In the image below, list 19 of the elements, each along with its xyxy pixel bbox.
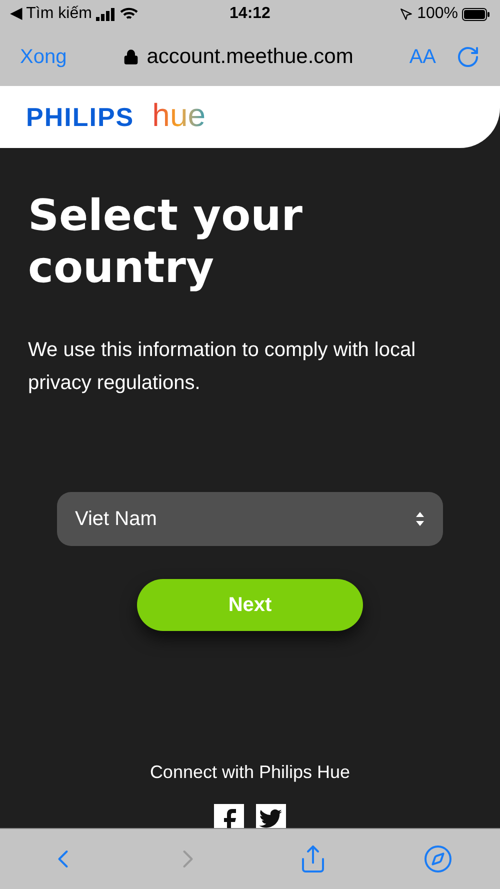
reload-icon[interactable] xyxy=(456,45,480,69)
lock-icon xyxy=(122,49,139,65)
description-text: We use this information to comply with local privacy regulations. xyxy=(28,338,417,396)
location-icon xyxy=(400,8,414,20)
sort-arrows-icon xyxy=(415,511,425,527)
connect-text: Connect with Philips Hue xyxy=(150,761,350,784)
facebook-icon[interactable] xyxy=(214,804,244,828)
battery-percent: 100% xyxy=(417,4,458,24)
back-to-app-link[interactable]: ◀ Tìm kiếm xyxy=(10,2,92,26)
brand-logo: PHILIPS xyxy=(26,100,134,134)
url-text[interactable]: account.meethue.com xyxy=(146,41,354,73)
country-select[interactable]: Viet Nam xyxy=(57,492,443,546)
signal-icon xyxy=(96,8,116,20)
battery-icon xyxy=(462,8,490,20)
twitter-icon[interactable] xyxy=(256,804,286,828)
compass-icon[interactable] xyxy=(422,844,452,874)
clock: 14:12 xyxy=(230,4,270,24)
wifi-icon xyxy=(120,7,138,21)
page-title: Select your country xyxy=(28,190,304,294)
